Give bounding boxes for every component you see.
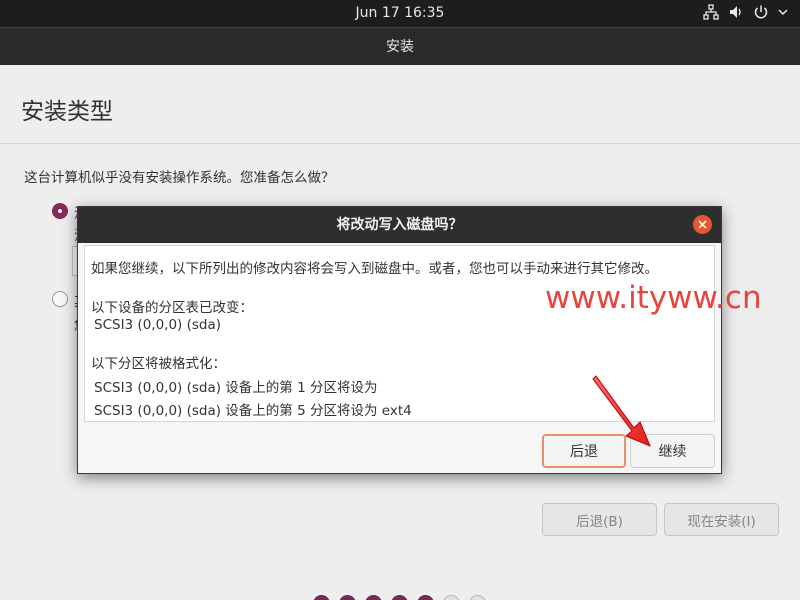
close-icon <box>698 220 707 229</box>
format-heading: 以下分区将被格式化： <box>91 356 226 372</box>
partition-table-device: SCSI3 (0,0,0) (sda) <box>94 317 222 333</box>
watermark-text: www.ityww.cn <box>545 280 762 316</box>
dialog-intro-text: 如果您继续，以下所列出的修改内容将会写入到磁盘中。或者，您也可以手动来进行其它修… <box>91 261 658 277</box>
arrow-annotation-icon <box>592 375 651 447</box>
dialog-close-button[interactable] <box>693 215 712 234</box>
power-icon[interactable] <box>753 4 769 20</box>
chevron-down-icon[interactable] <box>778 7 788 17</box>
format-partition-1: SCSI3 (0,0,0) (sda) 设备上的第 1 分区将设为 <box>94 380 378 396</box>
network-icon[interactable] <box>703 4 719 20</box>
volume-icon[interactable] <box>728 4 744 20</box>
system-top-bar: Jun 17 16:35 <box>0 0 800 27</box>
dialog-header: 将改动写入磁盘吗？ <box>78 207 721 243</box>
dialog-title: 将改动写入磁盘吗？ <box>336 217 463 233</box>
partition-table-heading: 以下设备的分区表已改变： <box>91 300 253 316</box>
clock[interactable]: Jun 17 16:35 <box>0 5 800 21</box>
format-partition-5: SCSI3 (0,0,0) (sda) 设备上的第 5 分区将设为 ext4 <box>94 403 412 419</box>
system-tray[interactable] <box>703 4 788 20</box>
